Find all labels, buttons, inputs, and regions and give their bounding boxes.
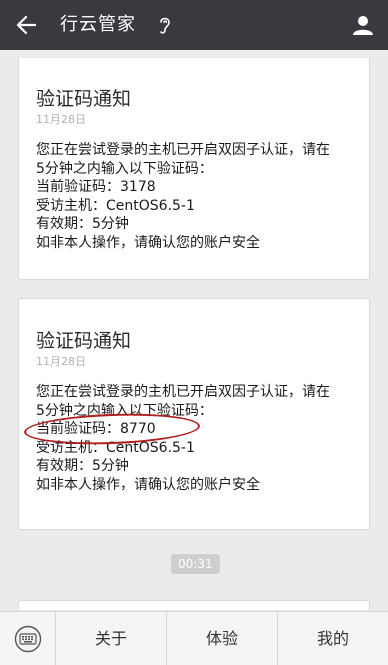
host-line: 受访主机：CentOS6.5-1 <box>36 197 195 214</box>
message-body: 您正在尝试登录的主机已开启双因子认证，请在 5分钟之内输入以下验证码： 当前验证… <box>36 141 356 252</box>
security-notice-line: 如非本人操作，请确认您的账户安全 <box>36 234 260 251</box>
message-card[interactable]: 验证码通知 11月28日 您正在尝试登录的主机已开启双因子认证，请在 5分钟之内… <box>18 58 370 280</box>
highlighted-code: 当前验证码：8770 <box>23 410 201 448</box>
validity-line: 有效期：5分钟 <box>36 458 129 474</box>
message-date: 11月28日 <box>36 113 86 126</box>
profile-button[interactable] <box>348 10 378 40</box>
keyboard-icon <box>14 625 41 653</box>
security-notice-line: 如非本人操作，请确认您的账户安全 <box>36 476 260 493</box>
message-card[interactable] <box>18 600 370 610</box>
verification-code-line: 当前验证码：3178 <box>36 179 156 195</box>
ear-icon <box>160 17 170 34</box>
menu-item-experience[interactable]: 体验 <box>167 612 278 665</box>
page-title: 行云管家 <box>60 14 136 35</box>
message-title: 验证码通知 <box>36 88 132 110</box>
keyboard-toggle-button[interactable] <box>0 612 56 665</box>
message-line: 您正在尝试登录的主机已开启双因子认证，请在 <box>36 384 330 400</box>
menu-item-mine[interactable]: 我的 <box>278 612 388 665</box>
back-arrow-icon <box>16 16 36 34</box>
message-date: 11月28日 <box>36 355 86 368</box>
message-line: 5分钟之内输入以下验证码： <box>36 160 213 177</box>
message-title: 验证码通知 <box>36 330 132 352</box>
message-card[interactable]: 验证码通知 11月28日 您正在尝试登录的主机已开启双因子认证，请在 5分钟之内… <box>18 298 370 530</box>
menu-item-about[interactable]: 关于 <box>56 612 167 665</box>
person-icon <box>353 16 373 35</box>
message-list[interactable]: 验证码通知 11月28日 您正在尝试登录的主机已开启双因子认证，请在 5分钟之内… <box>0 50 388 610</box>
top-bar: 行云管家 <box>0 0 388 50</box>
timestamp-badge: 00:31 <box>171 554 220 574</box>
validity-line: 有效期：5分钟 <box>36 216 129 232</box>
verification-code-row: 当前验证码：8770 <box>23 410 356 448</box>
back-button[interactable] <box>10 10 42 40</box>
message-line: 您正在尝试登录的主机已开启双因子认证，请在 <box>36 142 330 158</box>
message-body: 您正在尝试登录的主机已开启双因子认证，请在 5分钟之内输入以下验证码： 当前验证… <box>23 383 356 494</box>
bottom-menu-bar: 关于 体验 我的 <box>0 611 388 665</box>
